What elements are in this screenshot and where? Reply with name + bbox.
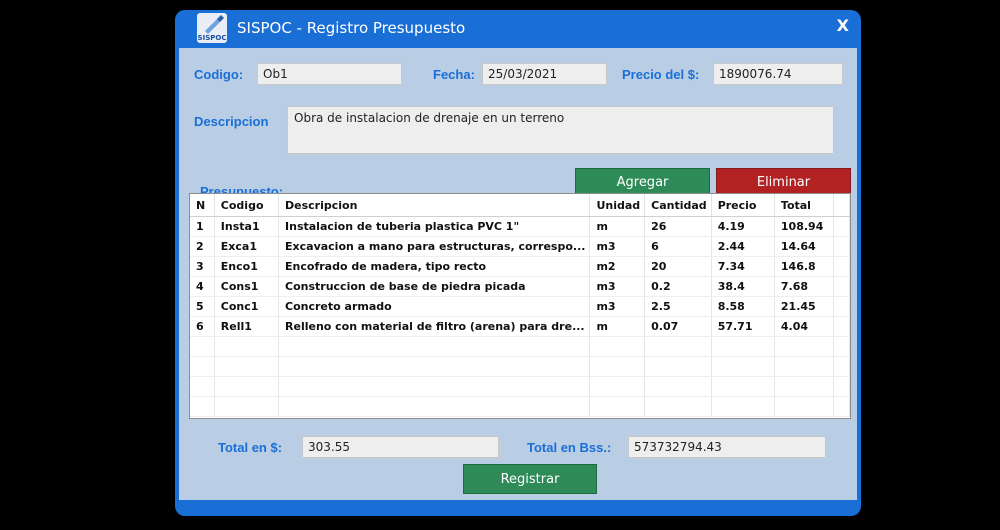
cell-codigo: Conc1 <box>214 296 280 317</box>
column-header[interactable]: N <box>190 194 215 217</box>
empty-row <box>190 376 850 397</box>
cell-cantidad: 2.5 <box>644 296 712 317</box>
app-logo: SISPOC <box>197 13 227 43</box>
table-row[interactable]: 4 Cons1 Construccion de base de piedra p… <box>190 276 850 297</box>
column-header[interactable]: Descripcion <box>278 194 591 217</box>
table-row[interactable]: 5 Conc1 Concreto armado m3 2.5 8.58 21.4… <box>190 296 850 317</box>
table-row[interactable]: 3 Enco1 Encofrado de madera, tipo recto … <box>190 256 850 277</box>
fecha-label: Fecha: <box>433 67 475 82</box>
cell-cantidad: 0.07 <box>644 316 712 337</box>
cell-n: 5 <box>190 296 215 317</box>
empty-row <box>190 336 850 357</box>
column-header[interactable]: Cantidad <box>644 194 712 217</box>
cell-descripcion: Instalacion de tuberia plastica PVC 1" <box>278 216 591 237</box>
title-bar[interactable]: SISPOC SISPOC - Registro Presupuesto X <box>175 10 861 46</box>
cell-filler <box>833 296 850 317</box>
cell-precio: 8.58 <box>711 296 775 317</box>
cell-filler <box>833 236 850 257</box>
total-usd-label: Total en $: <box>218 440 283 455</box>
cell-descripcion: Excavacion a mano para estructuras, corr… <box>278 236 591 257</box>
cell-n: 4 <box>190 276 215 297</box>
codigo-field[interactable]: Ob1 <box>257 63 402 85</box>
column-header[interactable]: Precio <box>711 194 775 217</box>
descripcion-label: Descripcion <box>194 114 269 129</box>
cell-n: 3 <box>190 256 215 277</box>
cell-codigo: Exca1 <box>214 236 280 257</box>
total-bss-label: Total en Bss.: <box>527 440 612 455</box>
cell-cantidad: 6 <box>644 236 712 257</box>
cell-unidad: m3 <box>589 276 646 297</box>
column-header[interactable]: Total <box>774 194 835 217</box>
cell-precio: 57.71 <box>711 316 775 337</box>
cell-precio: 2.44 <box>711 236 775 257</box>
codigo-label: Codigo: <box>194 67 244 82</box>
paint-brush-icon <box>205 15 224 34</box>
registrar-button[interactable]: Registrar <box>463 464 597 494</box>
cell-codigo: Enco1 <box>214 256 280 277</box>
cell-descripcion: Construccion de base de piedra picada <box>278 276 591 297</box>
cell-cantidad: 26 <box>644 216 712 237</box>
precio-label: Precio del $: <box>622 67 700 82</box>
cell-unidad: m3 <box>589 296 646 317</box>
fecha-field[interactable]: 25/03/2021 <box>482 63 607 85</box>
cell-precio: 4.19 <box>711 216 775 237</box>
cell-filler <box>833 276 850 297</box>
registro-presupuesto-window: SISPOC SISPOC - Registro Presupuesto X C… <box>175 10 861 516</box>
cell-filler <box>833 216 850 237</box>
table-row[interactable]: 2 Exca1 Excavacion a mano para estructur… <box>190 236 850 257</box>
precio-field[interactable]: 1890076.74 <box>713 63 843 85</box>
descripcion-field[interactable]: Obra de instalacion de drenaje en un ter… <box>287 106 834 154</box>
cell-cantidad: 0.2 <box>644 276 712 297</box>
cell-n: 1 <box>190 216 215 237</box>
cell-unidad: m2 <box>589 256 646 277</box>
cell-precio: 7.34 <box>711 256 775 277</box>
column-header-filler <box>833 194 850 217</box>
cell-unidad: m3 <box>589 236 646 257</box>
cell-total: 14.64 <box>774 236 835 257</box>
cell-cantidad: 20 <box>644 256 712 277</box>
table-row[interactable]: 1 Insta1 Instalacion de tuberia plastica… <box>190 216 850 237</box>
cell-filler <box>833 316 850 337</box>
form-panel: Codigo: Ob1 Fecha: 25/03/2021 Precio del… <box>179 48 857 500</box>
cell-precio: 38.4 <box>711 276 775 297</box>
close-button[interactable]: X <box>837 16 849 35</box>
cell-n: 2 <box>190 236 215 257</box>
total-usd-field[interactable]: 303.55 <box>302 436 499 458</box>
presupuesto-table[interactable]: N Codigo Descripcion Unidad Cantidad Pre… <box>189 193 851 419</box>
cell-codigo: Rell1 <box>214 316 280 337</box>
total-bss-field[interactable]: 573732794.43 <box>628 436 826 458</box>
cell-n: 6 <box>190 316 215 337</box>
column-header[interactable]: Codigo <box>214 194 280 217</box>
cell-unidad: m <box>589 216 646 237</box>
empty-row <box>190 396 850 417</box>
table-row[interactable]: 6 Rell1 Relleno con material de filtro (… <box>190 316 850 337</box>
cell-descripcion: Encofrado de madera, tipo recto <box>278 256 591 277</box>
agregar-button[interactable]: Agregar <box>575 168 710 196</box>
column-header[interactable]: Unidad <box>589 194 646 217</box>
empty-row <box>190 356 850 377</box>
cell-unidad: m <box>589 316 646 337</box>
cell-filler <box>833 256 850 277</box>
cell-codigo: Insta1 <box>214 216 280 237</box>
table-header-row: N Codigo Descripcion Unidad Cantidad Pre… <box>190 194 850 217</box>
cell-total: 21.45 <box>774 296 835 317</box>
cell-total: 4.04 <box>774 316 835 337</box>
cell-codigo: Cons1 <box>214 276 280 297</box>
eliminar-button[interactable]: Eliminar <box>716 168 851 196</box>
window-title: SISPOC - Registro Presupuesto <box>237 19 466 37</box>
cell-descripcion: Concreto armado <box>278 296 591 317</box>
cell-total: 108.94 <box>774 216 835 237</box>
cell-total: 7.68 <box>774 276 835 297</box>
logo-text: SISPOC <box>197 34 227 42</box>
cell-total: 146.8 <box>774 256 835 277</box>
cell-descripcion: Relleno con material de filtro (arena) p… <box>278 316 591 337</box>
